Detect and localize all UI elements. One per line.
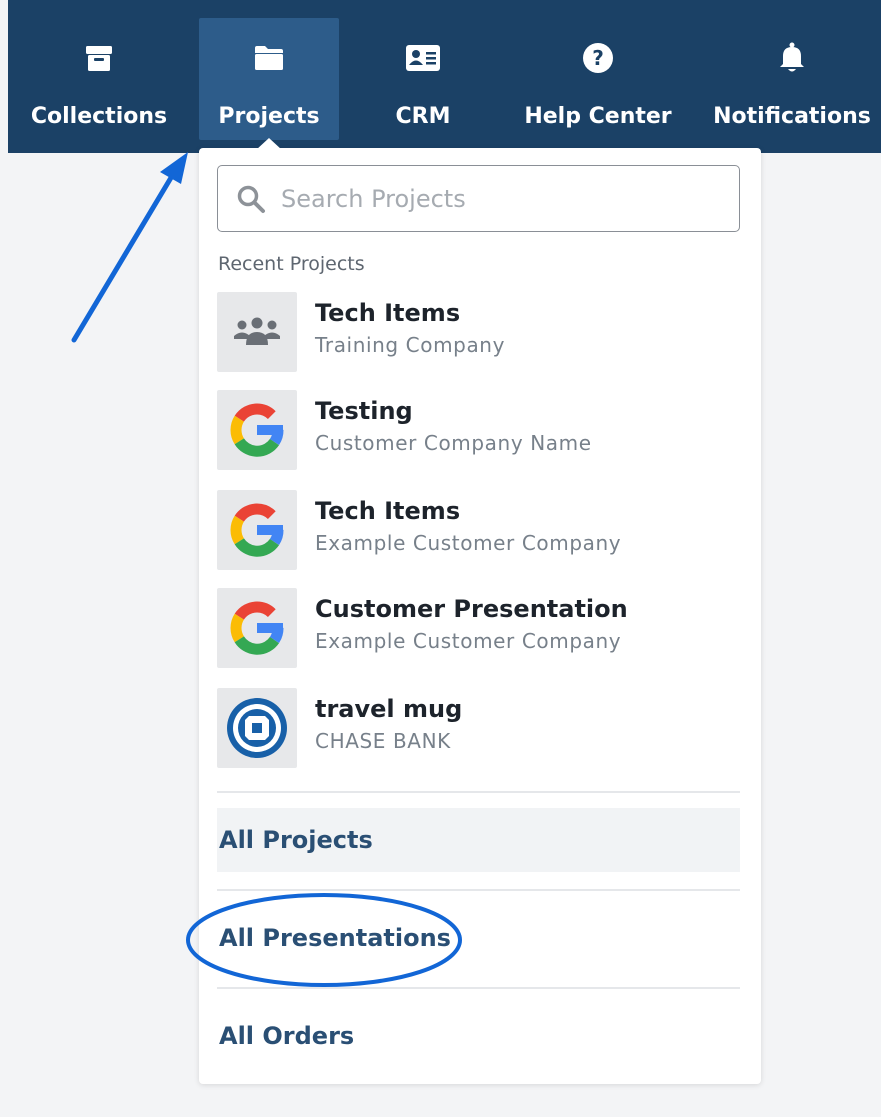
project-company: Example Customer Company <box>315 531 622 555</box>
project-thumbnail <box>217 292 297 372</box>
search-box[interactable] <box>217 165 740 232</box>
question-circle-icon: ? <box>582 40 614 76</box>
all-projects-link[interactable]: All Projects <box>217 808 740 872</box>
nav-collections-label: Collections <box>30 104 168 129</box>
google-logo-icon <box>230 403 284 457</box>
nav-crm[interactable]: CRM <box>373 18 473 140</box>
project-thumbnail <box>217 588 297 668</box>
recent-project-item[interactable]: travel mug CHASE BANK <box>217 688 740 770</box>
project-name: Customer Presentation <box>315 595 628 623</box>
divider <box>217 889 740 891</box>
project-name: Tech Items <box>315 497 461 525</box>
nav-help-center-label: Help Center <box>524 104 672 129</box>
recent-project-item[interactable]: Tech Items Training Company <box>217 292 740 374</box>
nav-collections[interactable]: Collections <box>26 18 172 140</box>
people-group-icon <box>234 317 280 345</box>
recent-project-item[interactable]: Tech Items Example Customer Company <box>217 490 740 572</box>
nav-notifications-label: Notifications <box>713 104 871 129</box>
project-name: travel mug <box>315 695 463 723</box>
nav-help-center[interactable]: ? Help Center <box>521 18 675 140</box>
project-company: CHASE BANK <box>315 729 451 753</box>
divider <box>217 987 740 989</box>
annotation-arrow <box>71 152 188 343</box>
contact-card-icon <box>405 40 441 76</box>
project-thumbnail <box>217 688 297 768</box>
folder-icon <box>253 40 285 76</box>
recent-project-item[interactable]: Testing Customer Company Name <box>217 390 740 472</box>
google-logo-icon <box>230 601 284 655</box>
project-company: Customer Company Name <box>315 431 592 455</box>
chase-logo-icon <box>227 698 287 758</box>
search-input[interactable] <box>281 184 721 213</box>
recent-project-item[interactable]: Customer Presentation Example Customer C… <box>217 588 740 670</box>
dropdown-caret <box>256 138 282 150</box>
project-thumbnail <box>217 390 297 470</box>
project-name: Testing <box>315 397 413 425</box>
nav-crm-label: CRM <box>395 104 451 129</box>
google-logo-icon <box>230 503 284 557</box>
all-orders-link[interactable]: All Orders <box>217 1004 740 1068</box>
nav-notifications[interactable]: Notifications <box>713 18 871 140</box>
nav-projects-label: Projects <box>218 104 320 129</box>
archive-box-icon <box>84 40 114 76</box>
svg-text:?: ? <box>592 46 604 70</box>
all-presentations-link[interactable]: All Presentations <box>217 906 740 970</box>
recent-projects-heading: Recent Projects <box>218 253 365 275</box>
divider <box>217 791 740 793</box>
project-company: Training Company <box>315 333 506 357</box>
project-name: Tech Items <box>315 299 461 327</box>
project-company: Example Customer Company <box>315 629 622 653</box>
projects-dropdown: Recent Projects Tech Items Training Comp… <box>199 148 761 1084</box>
project-thumbnail <box>217 490 297 570</box>
search-icon <box>237 185 265 213</box>
bell-icon <box>777 40 807 76</box>
nav-projects[interactable]: Projects <box>199 18 339 140</box>
